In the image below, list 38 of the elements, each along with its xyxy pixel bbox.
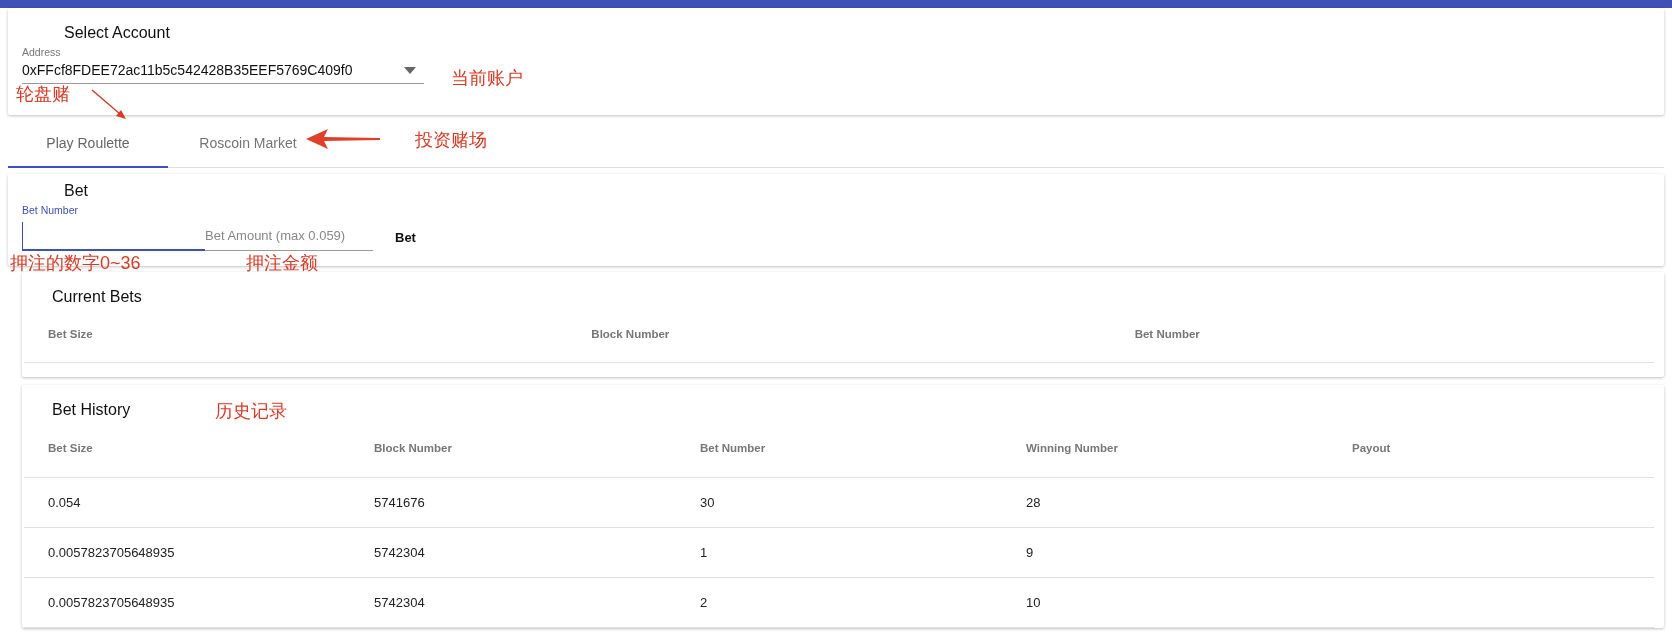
table-cell-text: 10 xyxy=(1025,594,1042,612)
bet-button[interactable]: Bet xyxy=(391,224,420,251)
table-cell-text: 28 xyxy=(1025,494,1042,512)
annotation-note: 当前账户 xyxy=(451,67,523,90)
card-title: Select Account xyxy=(64,24,170,42)
card-title: Bet xyxy=(64,182,88,200)
column-header: Payout xyxy=(1352,442,1391,454)
table-cell-text: 5742304 xyxy=(373,544,426,562)
card-title: Current Bets xyxy=(52,288,142,306)
caret-icon xyxy=(404,66,416,74)
annotation-note: 投资赌场 xyxy=(415,129,487,152)
field-label: Address xyxy=(22,46,62,58)
annotation-arrow xyxy=(90,88,128,120)
tab[interactable]: Play Roulette xyxy=(8,119,168,168)
annotation-note: 押注的数字0~36 xyxy=(10,252,141,275)
card-title: Bet History xyxy=(52,401,131,419)
tab[interactable]: Roscoin Market xyxy=(168,119,328,168)
column-header: Block Number xyxy=(374,442,452,454)
column-header: Bet Number xyxy=(700,442,766,454)
column-header: Block Number xyxy=(591,328,670,340)
field-label: Bet Number xyxy=(22,204,80,216)
table-cell-text: 2 xyxy=(699,594,709,612)
annotation-note: 轮盘赌 xyxy=(16,83,70,106)
column-header: Bet Size xyxy=(48,442,93,454)
column-header: Bet Number xyxy=(1134,328,1200,340)
table-cell-text: 30 xyxy=(699,494,716,512)
address-select[interactable]: 0xFFcf8FDEE72ac11b5c542428B35EEF5769C409f0 xyxy=(22,58,424,84)
column-header: Bet Size xyxy=(48,328,93,340)
table-cell-text: 9 xyxy=(1025,544,1035,562)
table-cell-text: 0.054 xyxy=(47,494,82,512)
annotation-note: 押注金额 xyxy=(246,252,318,275)
table-cell-text: 5741676 xyxy=(373,494,426,512)
table-cell-text: 0.0057823705648935 xyxy=(47,594,176,612)
column-header: Winning Number xyxy=(1026,442,1118,454)
annotation-note: 历史记录 xyxy=(215,400,287,423)
table-cell-text: 0.0057823705648935 xyxy=(47,544,176,562)
table-cell-text: 5742304 xyxy=(373,594,426,612)
table-cell-text: 1 xyxy=(699,544,709,562)
